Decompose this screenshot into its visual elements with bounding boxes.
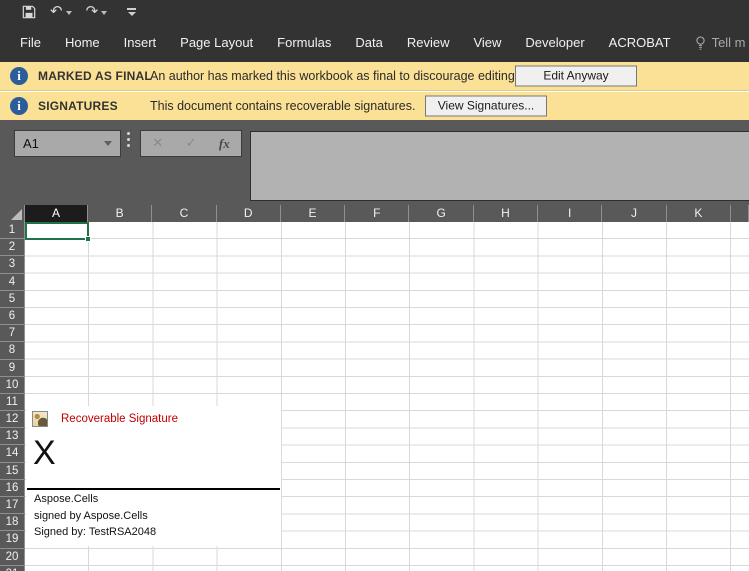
tell-me-box[interactable]: Tell m <box>695 35 746 50</box>
tab-view[interactable]: View <box>473 35 501 50</box>
row-header-5[interactable]: 5 <box>0 291 25 308</box>
column-header-c[interactable]: C <box>152 205 216 222</box>
spreadsheet-grid: ABCDEFGHIJK 1234567891011121314151617181… <box>0 205 749 571</box>
row-header-3[interactable]: 3 <box>0 256 25 273</box>
row-header-12[interactable]: 12 <box>0 411 25 428</box>
customize-qat-icon <box>127 8 136 10</box>
column-header-d[interactable]: D <box>217 205 281 222</box>
redo-button[interactable]: ↷ <box>86 4 108 19</box>
select-all-icon <box>11 209 22 220</box>
column-header-k[interactable]: K <box>667 205 731 222</box>
column-header-i[interactable]: I <box>538 205 602 222</box>
tab-data[interactable]: Data <box>355 35 382 50</box>
tab-file[interactable]: File <box>20 35 41 50</box>
signature-signer-name: Aspose.Cells <box>34 493 98 505</box>
signature-line <box>27 488 280 490</box>
message-bar-text: An author has marked this workbook as fi… <box>150 69 518 83</box>
row-header-1[interactable]: 1 <box>0 222 25 239</box>
row-header-8[interactable]: 8 <box>0 342 25 359</box>
row-header-14[interactable]: 14 <box>0 445 25 462</box>
row-header-20[interactable]: 20 <box>0 549 25 566</box>
save-icon <box>22 5 36 19</box>
info-icon: i <box>10 67 28 85</box>
tab-acrobat[interactable]: ACROBAT <box>609 35 671 50</box>
column-header-partial[interactable] <box>731 205 749 222</box>
select-all-button[interactable] <box>0 205 25 222</box>
tab-formulas[interactable]: Formulas <box>277 35 331 50</box>
view-signatures-button[interactable]: View Signatures... <box>425 96 547 117</box>
column-header-g[interactable]: G <box>409 205 473 222</box>
formula-bar-region: A1 ✕ ✓ fx <box>0 120 749 205</box>
row-header-7[interactable]: 7 <box>0 325 25 342</box>
row-header-18[interactable]: 18 <box>0 514 25 531</box>
tab-home[interactable]: Home <box>65 35 100 50</box>
row-header-6[interactable]: 6 <box>0 308 25 325</box>
formula-bar-input[interactable] <box>250 131 749 201</box>
row-header-17[interactable]: 17 <box>0 497 25 514</box>
insert-function-icon[interactable]: fx <box>219 136 230 152</box>
row-header-13[interactable]: 13 <box>0 428 25 445</box>
signature-title: Recoverable Signature <box>61 413 178 425</box>
tab-review[interactable]: Review <box>407 35 450 50</box>
cells-area[interactable]: Recoverable Signature X Aspose.Cells sig… <box>25 222 749 571</box>
row-header-15[interactable]: 15 <box>0 463 25 480</box>
customize-qat-caret-icon <box>128 12 136 16</box>
column-headers: ABCDEFGHIJK <box>0 205 749 222</box>
edit-anyway-button[interactable]: Edit Anyway <box>515 66 637 87</box>
ribbon-tab-strip: File Home Insert Page Layout Formulas Data Rev… <box>0 23 749 62</box>
row-headers: 123456789101112131415161718192021 <box>0 222 25 571</box>
name-box-dropdown-icon[interactable] <box>104 141 112 146</box>
message-bar-text: This document contains recoverable signa… <box>150 99 415 113</box>
message-bar-marked-as-final: i MARKED AS FINAL An author has marked t… <box>0 62 749 91</box>
signature-header: Recoverable Signature <box>32 411 178 427</box>
title-bar: ↶ ↷ <box>0 0 749 23</box>
tab-page-layout[interactable]: Page Layout <box>180 35 253 50</box>
column-header-f[interactable]: F <box>345 205 409 222</box>
column-header-e[interactable]: E <box>281 205 345 222</box>
tell-me-label: Tell m <box>712 35 746 50</box>
tab-developer[interactable]: Developer <box>525 35 584 50</box>
undo-button[interactable]: ↶ <box>50 4 72 19</box>
save-button[interactable] <box>22 5 36 19</box>
row-header-19[interactable]: 19 <box>0 531 25 548</box>
signature-certificate: Signed by: TestRSA2048 <box>34 526 156 538</box>
row-header-21[interactable]: 21 <box>0 566 25 571</box>
enter-icon[interactable]: ✓ <box>186 136 197 151</box>
row-header-16[interactable]: 16 <box>0 480 25 497</box>
signature-x-mark: X <box>33 436 56 470</box>
formula-bar-grip-icon <box>127 132 130 147</box>
row-header-9[interactable]: 9 <box>0 360 25 377</box>
fill-handle[interactable] <box>85 236 91 242</box>
formula-bar-buttons: ✕ ✓ fx <box>140 130 242 157</box>
tab-insert[interactable]: Insert <box>124 35 157 50</box>
undo-icon: ↶ <box>50 4 63 19</box>
redo-dropdown-icon[interactable] <box>101 11 107 15</box>
row-header-2[interactable]: 2 <box>0 239 25 256</box>
redo-icon: ↷ <box>86 4 99 19</box>
selected-cell-a1[interactable] <box>25 222 89 240</box>
quick-access-toolbar: ↶ ↷ <box>22 4 136 19</box>
column-header-b[interactable]: B <box>88 205 152 222</box>
column-header-j[interactable]: J <box>602 205 666 222</box>
excel-window: ↶ ↷ File Home Insert Page Layout Formulas Dat… <box>0 0 749 571</box>
row-header-10[interactable]: 10 <box>0 377 25 394</box>
signature-object[interactable]: Recoverable Signature X Aspose.Cells sig… <box>26 406 281 546</box>
column-header-h[interactable]: H <box>474 205 538 222</box>
column-header-a[interactable]: A <box>25 205 88 222</box>
info-icon: i <box>10 97 28 115</box>
message-bar-label: MARKED AS FINAL <box>38 69 152 83</box>
name-box[interactable]: A1 <box>14 130 121 157</box>
row-header-4[interactable]: 4 <box>0 274 25 291</box>
message-bar-signatures: i SIGNATURES This document contains reco… <box>0 92 749 120</box>
lightbulb-icon <box>695 36 706 50</box>
customize-qat-button[interactable] <box>127 8 136 16</box>
signature-signed-by: signed by Aspose.Cells <box>34 510 148 522</box>
row-header-11[interactable]: 11 <box>0 394 25 411</box>
signature-stamp-icon <box>32 411 48 427</box>
undo-dropdown-icon[interactable] <box>66 11 72 15</box>
cancel-icon[interactable]: ✕ <box>152 136 163 151</box>
message-bar-label: SIGNATURES <box>38 99 118 113</box>
name-box-value: A1 <box>15 136 104 151</box>
